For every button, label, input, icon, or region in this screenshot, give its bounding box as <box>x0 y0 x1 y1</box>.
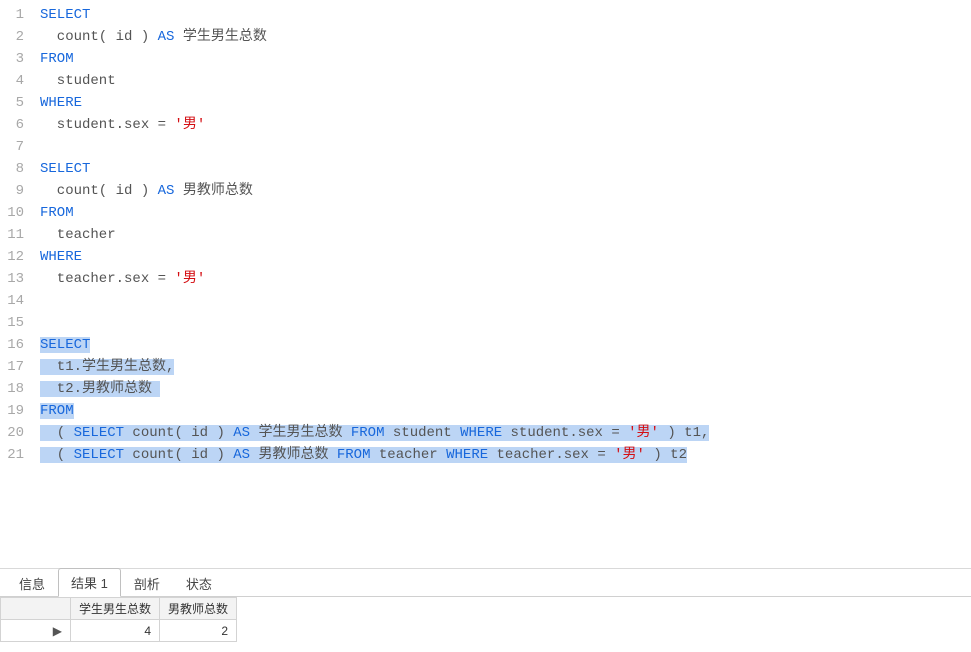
line-number: 14 <box>0 290 40 312</box>
line-number: 10 <box>0 202 40 224</box>
line-number: 17 <box>0 356 40 378</box>
code-line[interactable]: 2 count( id ) AS 学生男生总数 <box>0 26 971 48</box>
line-number: 5 <box>0 92 40 114</box>
line-number: 15 <box>0 312 40 334</box>
line-number: 9 <box>0 180 40 202</box>
code-line[interactable]: 17 t1.学生男生总数, <box>0 356 971 378</box>
code-content[interactable]: teacher <box>40 224 971 246</box>
code-content[interactable]: t1.学生男生总数, <box>40 356 971 378</box>
code-content[interactable]: t2.男教师总数 <box>40 378 971 400</box>
line-number: 21 <box>0 444 40 466</box>
line-number: 8 <box>0 158 40 180</box>
code-content[interactable] <box>40 290 971 312</box>
line-number: 18 <box>0 378 40 400</box>
tab-profile[interactable]: 剖析 <box>121 569 173 597</box>
sql-editor[interactable]: 1SELECT2 count( id ) AS 学生男生总数3FROM4 stu… <box>0 0 971 568</box>
row-indicator-icon: ▶ <box>1 620 71 642</box>
code-line[interactable]: 15 <box>0 312 971 334</box>
code-line[interactable]: 5WHERE <box>0 92 971 114</box>
cell[interactable]: 4 <box>71 620 160 642</box>
line-number: 16 <box>0 334 40 356</box>
line-number: 12 <box>0 246 40 268</box>
line-number: 6 <box>0 114 40 136</box>
code-content[interactable]: teacher.sex = '男' <box>40 268 971 290</box>
code-content[interactable]: SELECT <box>40 4 971 26</box>
code-content[interactable]: WHERE <box>40 246 971 268</box>
code-line[interactable]: 9 count( id ) AS 男教师总数 <box>0 180 971 202</box>
results-grid[interactable]: 学生男生总数 男教师总数 ▶ 4 2 <box>0 597 971 652</box>
code-content[interactable]: FROM <box>40 48 971 70</box>
code-line[interactable]: 11 teacher <box>0 224 971 246</box>
line-number: 19 <box>0 400 40 422</box>
code-line[interactable]: 14 <box>0 290 971 312</box>
cell[interactable]: 2 <box>160 620 237 642</box>
line-number: 4 <box>0 70 40 92</box>
code-line[interactable]: 13 teacher.sex = '男' <box>0 268 971 290</box>
line-number: 11 <box>0 224 40 246</box>
code-content[interactable]: SELECT <box>40 158 971 180</box>
code-content[interactable]: ( SELECT count( id ) AS 男教师总数 FROM teach… <box>40 444 971 466</box>
code-line[interactable]: 12WHERE <box>0 246 971 268</box>
code-content[interactable] <box>40 136 971 158</box>
line-number: 13 <box>0 268 40 290</box>
code-line[interactable]: 4 student <box>0 70 971 92</box>
code-line[interactable]: 3FROM <box>0 48 971 70</box>
code-content[interactable]: count( id ) AS 学生男生总数 <box>40 26 971 48</box>
code-line[interactable]: 20 ( SELECT count( id ) AS 学生男生总数 FROM s… <box>0 422 971 444</box>
code-content[interactable] <box>40 312 971 334</box>
code-line[interactable]: 6 student.sex = '男' <box>0 114 971 136</box>
code-content[interactable]: FROM <box>40 202 971 224</box>
code-content[interactable]: student <box>40 70 971 92</box>
line-number: 2 <box>0 26 40 48</box>
tab-status[interactable]: 状态 <box>173 569 225 597</box>
tab-info[interactable]: 信息 <box>6 569 58 597</box>
column-header[interactable]: 学生男生总数 <box>71 598 160 620</box>
code-content[interactable]: FROM <box>40 400 971 422</box>
code-line[interactable]: 1SELECT <box>0 4 971 26</box>
code-line[interactable]: 19FROM <box>0 400 971 422</box>
tab-result1[interactable]: 结果 1 <box>58 568 121 597</box>
column-header[interactable]: 男教师总数 <box>160 598 237 620</box>
line-number: 7 <box>0 136 40 158</box>
results-panel: 信息 结果 1 剖析 状态 学生男生总数 男教师总数 ▶ 4 2 <box>0 568 971 652</box>
code-content[interactable]: ( SELECT count( id ) AS 学生男生总数 FROM stud… <box>40 422 971 444</box>
code-line[interactable]: 10FROM <box>0 202 971 224</box>
line-number: 20 <box>0 422 40 444</box>
code-line[interactable]: 21 ( SELECT count( id ) AS 男教师总数 FROM te… <box>0 444 971 466</box>
code-content[interactable]: SELECT <box>40 334 971 356</box>
code-line[interactable]: 18 t2.男教师总数 <box>0 378 971 400</box>
code-line[interactable]: 16SELECT <box>0 334 971 356</box>
grid-corner <box>1 598 71 620</box>
table-row[interactable]: ▶ 4 2 <box>1 620 237 642</box>
line-number: 3 <box>0 48 40 70</box>
line-number: 1 <box>0 4 40 26</box>
code-content[interactable]: student.sex = '男' <box>40 114 971 136</box>
code-line[interactable]: 7 <box>0 136 971 158</box>
panel-tabs: 信息 结果 1 剖析 状态 <box>0 569 971 597</box>
code-line[interactable]: 8SELECT <box>0 158 971 180</box>
code-content[interactable]: WHERE <box>40 92 971 114</box>
code-content[interactable]: count( id ) AS 男教师总数 <box>40 180 971 202</box>
